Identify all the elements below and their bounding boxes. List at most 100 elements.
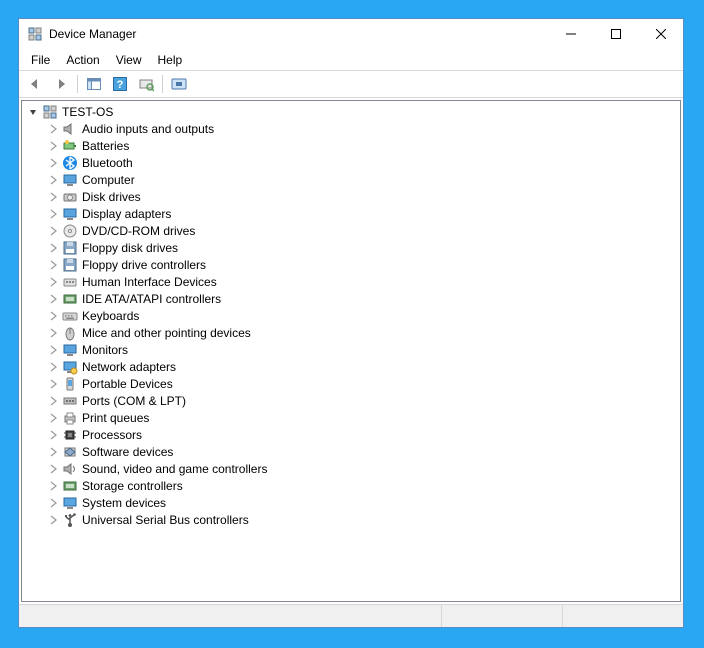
dvd-icon (62, 223, 78, 239)
chevron-down-icon[interactable] (26, 105, 40, 119)
status-segment (19, 605, 442, 627)
category-label: IDE ATA/ATAPI controllers (82, 292, 221, 306)
chevron-right-icon[interactable] (46, 343, 60, 357)
network-icon (62, 359, 78, 375)
tree-category-node[interactable]: Display adapters (22, 205, 680, 222)
tree-category-node[interactable]: Sound, video and game controllers (22, 460, 680, 477)
tree-category-node[interactable]: IDE ATA/ATAPI controllers (22, 290, 680, 307)
show-hidden-button[interactable] (167, 72, 191, 96)
category-label: Keyboards (82, 309, 139, 323)
chevron-right-icon[interactable] (46, 394, 60, 408)
tree-category-node[interactable]: Monitors (22, 341, 680, 358)
tree-category-node[interactable]: Keyboards (22, 307, 680, 324)
category-label: Display adapters (82, 207, 171, 221)
show-hide-console-button[interactable] (82, 72, 106, 96)
chevron-right-icon[interactable] (46, 224, 60, 238)
tree-category-node[interactable]: Storage controllers (22, 477, 680, 494)
tree-category-node[interactable]: Batteries (22, 137, 680, 154)
menu-file[interactable]: File (23, 52, 58, 68)
device-tree[interactable]: TEST-OSAudio inputs and outputs Batteries… (21, 100, 681, 602)
chevron-right-icon[interactable] (46, 377, 60, 391)
toolbar-separator (162, 75, 163, 93)
svg-text:?: ? (117, 79, 124, 91)
chevron-right-icon[interactable] (46, 513, 60, 527)
port-icon (62, 393, 78, 409)
tree-category-node[interactable]: Computer (22, 171, 680, 188)
tree-category-node[interactable]: DVD/CD-ROM drives (22, 222, 680, 239)
category-label: Floppy disk drives (82, 241, 178, 255)
category-label: Sound, video and game controllers (82, 462, 267, 476)
forward-button[interactable] (49, 72, 73, 96)
tree-category-node[interactable]: Ports (COM & LPT) (22, 392, 680, 409)
tree-category-node[interactable]: Print queues (22, 409, 680, 426)
ide-icon (62, 291, 78, 307)
category-label: Computer (82, 173, 135, 187)
chevron-right-icon[interactable] (46, 139, 60, 153)
tree-category-node[interactable]: Portable Devices (22, 375, 680, 392)
tree-category-node[interactable]: Floppy drive controllers (22, 256, 680, 273)
chevron-right-icon[interactable] (46, 326, 60, 340)
tree-category-node[interactable]: Disk drives (22, 188, 680, 205)
tree-category-node[interactable]: Universal Serial Bus controllers (22, 511, 680, 528)
status-segment (563, 605, 683, 627)
chevron-right-icon[interactable] (46, 428, 60, 442)
tree-category-node[interactable]: Network adapters (22, 358, 680, 375)
chevron-right-icon[interactable] (46, 445, 60, 459)
back-button[interactable] (23, 72, 47, 96)
chevron-right-icon[interactable] (46, 496, 60, 510)
chevron-right-icon[interactable] (46, 479, 60, 493)
tree-category-node[interactable]: Processors (22, 426, 680, 443)
tree-category-node[interactable]: Audio inputs and outputs (22, 120, 680, 137)
tree-category-node[interactable]: Floppy disk drives (22, 239, 680, 256)
hid-icon (62, 274, 78, 290)
disk-icon (62, 189, 78, 205)
category-label: Network adapters (82, 360, 176, 374)
category-label: Disk drives (82, 190, 141, 204)
chevron-right-icon[interactable] (46, 275, 60, 289)
software-icon (62, 444, 78, 460)
chevron-right-icon[interactable] (46, 207, 60, 221)
chevron-right-icon[interactable] (46, 122, 60, 136)
minimize-button[interactable] (548, 20, 593, 49)
menu-help[interactable]: Help (150, 52, 191, 68)
tree-category-node[interactable]: Mice and other pointing devices (22, 324, 680, 341)
bluetooth-icon (62, 155, 78, 171)
tree-category-node[interactable]: Software devices (22, 443, 680, 460)
audio-icon (62, 121, 78, 137)
chevron-right-icon[interactable] (46, 309, 60, 323)
chevron-right-icon[interactable] (46, 241, 60, 255)
chevron-right-icon[interactable] (46, 411, 60, 425)
chevron-right-icon[interactable] (46, 156, 60, 170)
sound-icon (62, 461, 78, 477)
close-button[interactable] (638, 20, 683, 49)
category-label: Batteries (82, 139, 129, 153)
category-label: Software devices (82, 445, 173, 459)
menu-action[interactable]: Action (58, 52, 107, 68)
category-label: Processors (82, 428, 142, 442)
chevron-right-icon[interactable] (46, 462, 60, 476)
chevron-right-icon[interactable] (46, 292, 60, 306)
category-label: System devices (82, 496, 166, 510)
category-label: DVD/CD-ROM drives (82, 224, 195, 238)
chevron-right-icon[interactable] (46, 173, 60, 187)
chevron-right-icon[interactable] (46, 258, 60, 272)
portable-icon (62, 376, 78, 392)
device-manager-icon (27, 26, 43, 42)
chevron-right-icon[interactable] (46, 190, 60, 204)
tree-category-node[interactable]: Bluetooth (22, 154, 680, 171)
mouse-icon (62, 325, 78, 341)
menu-view[interactable]: View (108, 52, 150, 68)
tree-category-node[interactable]: System devices (22, 494, 680, 511)
tree-category-node[interactable]: Human Interface Devices (22, 273, 680, 290)
help-button[interactable]: ? (108, 72, 132, 96)
category-label: Storage controllers (82, 479, 183, 493)
scan-hardware-button[interactable] (134, 72, 158, 96)
maximize-button[interactable] (593, 20, 638, 49)
printer-icon (62, 410, 78, 426)
computer-icon (62, 172, 78, 188)
category-label: Human Interface Devices (82, 275, 217, 289)
status-segment (442, 605, 563, 627)
window-title: Device Manager (49, 27, 136, 41)
tree-root-node[interactable]: TEST-OS (22, 103, 680, 120)
chevron-right-icon[interactable] (46, 360, 60, 374)
